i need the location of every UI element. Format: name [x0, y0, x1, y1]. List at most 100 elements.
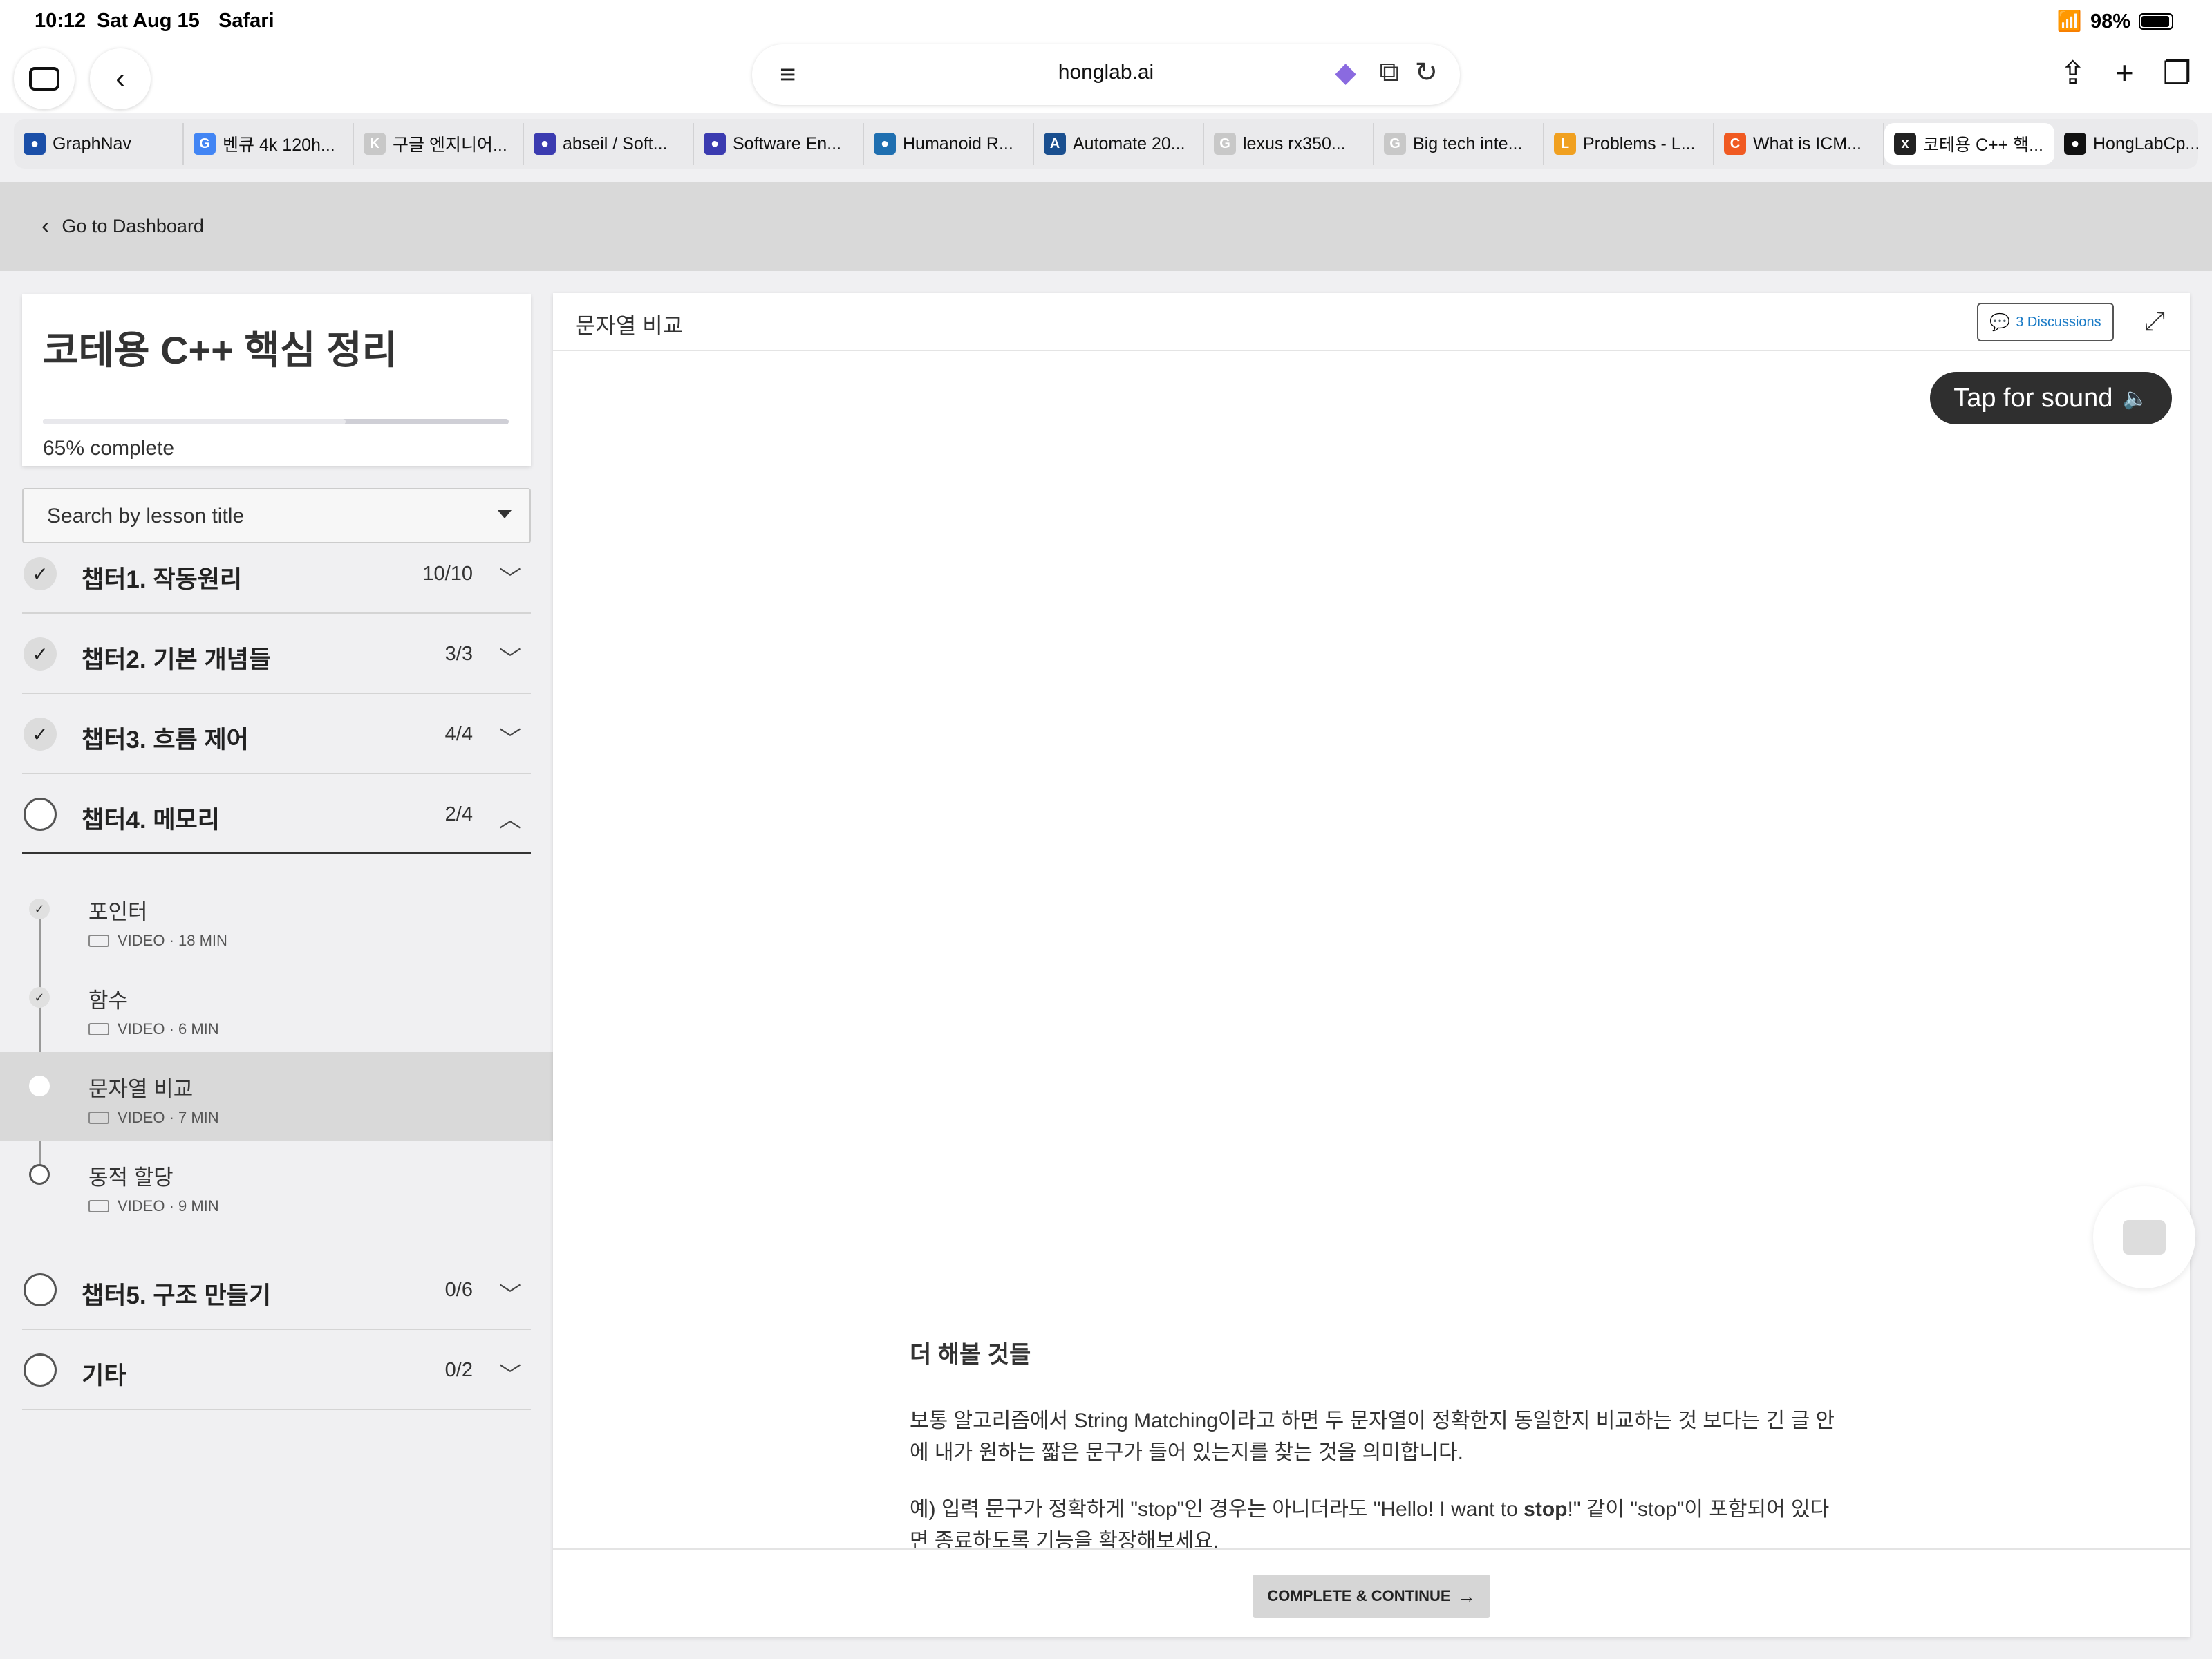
- video-player[interactable]: Tap for sound 🔈: [553, 353, 2190, 1272]
- lesson-title-text: 문자열 비교: [88, 1077, 194, 1101]
- lesson-title: 문자열 비교: [575, 313, 684, 338]
- lesson-item[interactable]: 동적 할당 VIDEO · 9 MIN: [0, 1141, 553, 1229]
- chat-bubble-icon: 💬: [1989, 312, 2011, 332]
- browser-tab[interactable]: ● abseil / Soft...: [524, 123, 694, 165]
- empty-circle-icon: [24, 1273, 57, 1306]
- course-progress-fill: [43, 419, 346, 424]
- lesson-item[interactable]: ✓ 함수 VIDEO · 6 MIN: [0, 964, 553, 1052]
- G-favicon-icon: G: [1384, 133, 1406, 155]
- reload-icon[interactable]: ↻: [1414, 57, 1438, 88]
- chapter-name: 챕터1. 작동원리: [82, 566, 243, 593]
- browser-tab[interactable]: K 구글 엔지니어...: [354, 123, 524, 165]
- chapter-row[interactable]: ✓ 챕터2. 기본 개념들 3/3 ﹀: [22, 614, 531, 694]
- L-favicon-icon: L: [1554, 133, 1576, 155]
- chevron-down-icon: ﹀: [498, 1362, 521, 1387]
- chapter-row[interactable]: 기타 0/2 ﹀: [22, 1330, 531, 1410]
- go-to-dashboard-link[interactable]: ‹ Go to Dashboard: [41, 213, 204, 240]
- lesson-meta-text: VIDEO · 9 MIN: [118, 1197, 219, 1215]
- chapter-count: 4/4: [444, 723, 473, 745]
- content-heading: 더 해볼 것들: [910, 1342, 1031, 1368]
- chat-widget-button[interactable]: [2093, 1186, 2195, 1288]
- browser-tab[interactable]: C What is ICM...: [1714, 123, 1884, 165]
- browser-tab-label: Software En...: [733, 133, 842, 153]
- tab-bar: ● GraphNav G 벤큐 4k 120h... K 구글 엔지니어... ● absei…: [14, 119, 2198, 169]
- empty-circle-icon: [24, 798, 57, 831]
- speaker-icon: 🔈: [2122, 386, 2148, 410]
- browser-tab[interactable]: Glexus rx350...: [1204, 123, 1374, 165]
- course-progress-text: 65% complete: [43, 437, 175, 460]
- arrow-right-icon: →: [1457, 1585, 1476, 1606]
- discussions-button[interactable]: 💬 3 Discussions: [1977, 303, 2114, 341]
- chapter-row[interactable]: ✓ 챕터1. 작동원리 10/10 ﹀: [22, 534, 531, 614]
- check-circle-icon: ✓: [24, 637, 57, 671]
- extension-icon[interactable]: ◆: [1335, 57, 1356, 88]
- chapter-name: 챕터4. 메모리: [82, 807, 220, 834]
- lesson-title-text: 동적 할당: [88, 1165, 174, 1190]
- complete-continue-button[interactable]: COMPLETE & CONTINUE →: [1253, 1575, 1490, 1618]
- status-bar: 10:12 Sat Aug 15 Safari 📶 98%: [0, 0, 2212, 44]
- browser-tab[interactable]: A Automate 20...: [1034, 123, 1204, 165]
- browser-tab-label: 구글 엔지니어...: [393, 135, 507, 155]
- browser-tab[interactable]: G Big tech inte...: [1374, 123, 1544, 165]
- tabs-overview-icon[interactable]: ❐: [2163, 54, 2191, 91]
- video-camera-icon: [88, 935, 109, 947]
- battery-text: 98%: [2090, 10, 2130, 32]
- chat-icon: [2123, 1220, 2166, 1255]
- battery-icon: [2139, 13, 2173, 30]
- graphnav-favicon-icon: ●: [24, 133, 46, 155]
- browser-tab-label: GraphNav: [53, 133, 131, 153]
- sidebar-toggle-button[interactable]: [14, 48, 75, 109]
- github-favicon-icon: ●: [2064, 133, 2086, 155]
- status-date: Sat Aug 15: [97, 10, 200, 32]
- chapter-count: 0/6: [444, 1279, 473, 1301]
- check-circle-icon: ✓: [29, 987, 50, 1008]
- lesson-meta: VIDEO · 6 MIN: [88, 1020, 219, 1038]
- course-progress-bar: [43, 419, 509, 424]
- back-button[interactable]: ‹: [90, 48, 151, 109]
- address-bar[interactable]: ≡ honglab.ai ◆ ⧉ ↻: [752, 44, 1460, 105]
- browser-tab[interactable]: G 벤큐 4k 120h...: [184, 123, 354, 165]
- empty-circle-icon: [29, 1164, 50, 1185]
- lesson-meta-text: VIDEO · 6 MIN: [118, 1020, 219, 1038]
- expand-icon[interactable]: ⤢: [2144, 307, 2165, 337]
- tap-for-sound-label: Tap for sound: [1953, 383, 2113, 413]
- chevron-down-icon: ﹀: [498, 646, 521, 671]
- video-camera-icon: [88, 1200, 109, 1212]
- chevron-left-icon: ‹: [41, 213, 50, 239]
- tap-for-sound-button[interactable]: Tap for sound 🔈: [1930, 372, 2172, 424]
- chevron-down-icon: ﹀: [498, 566, 521, 591]
- lesson-meta: VIDEO · 18 MIN: [88, 932, 227, 950]
- browser-toolbar: ‹ ≡ honglab.ai ◆ ⧉ ↻ ⇪ + ❐: [0, 44, 2212, 113]
- share-icon[interactable]: ⇪: [2059, 54, 2086, 91]
- pentagon-favicon-icon: ●: [704, 133, 726, 155]
- lesson-panel: 문자열 비교 💬 3 Discussions ⤢ Tap for sound 🔈…: [553, 293, 2190, 1637]
- browser-tab[interactable]: ● Software En...: [694, 123, 864, 165]
- lesson-item[interactable]: 문자열 비교 VIDEO · 7 MIN: [0, 1052, 553, 1141]
- lesson-content: 더 해볼 것들 보통 알고리즘에서 String Matching이라고 하면 …: [910, 1335, 1836, 1582]
- lesson-header: 문자열 비교 💬 3 Discussions ⤢: [553, 293, 2190, 351]
- browser-tab[interactable]: ● Humanoid R...: [864, 123, 1034, 165]
- browser-tab[interactable]: L Problems - L...: [1544, 123, 1714, 165]
- extension-box-icon[interactable]: ⧉: [1379, 57, 1399, 88]
- new-tab-icon[interactable]: +: [2115, 54, 2134, 91]
- wifi-icon: 📶: [2056, 10, 2082, 32]
- K-favicon-icon: K: [364, 133, 386, 155]
- browser-tab[interactable]: ● HongLabCp...: [2054, 123, 2198, 165]
- check-circle-icon: ✓: [24, 718, 57, 751]
- chapter-row[interactable]: 챕터5. 구조 만들기 0/6 ﹀: [22, 1250, 531, 1330]
- browser-tab[interactable]: x 코테용 C++ 핵...: [1884, 123, 2054, 165]
- browser-tab[interactable]: ● GraphNav: [14, 123, 184, 165]
- caret-down-icon: [498, 510, 512, 518]
- course-card: 코테용 C++ 핵심 정리 65% complete: [22, 294, 531, 466]
- para2-bold: stop: [1524, 1498, 1568, 1521]
- chapter-row[interactable]: ✓ 챕터3. 흐름 제어 4/4 ﹀: [22, 694, 531, 774]
- chapter-name: 챕터3. 흐름 제어: [82, 727, 249, 753]
- lesson-item[interactable]: ✓ 포인터 VIDEO · 18 MIN: [0, 875, 553, 964]
- browser-tab-label: abseil / Soft...: [563, 133, 668, 153]
- browser-tab-label: Humanoid R...: [903, 133, 1013, 153]
- toolbar-right: ⇪ + ❐: [2059, 54, 2191, 91]
- chapter-row[interactable]: 챕터4. 메모리 2/4 ︿: [22, 774, 531, 854]
- check-circle-icon: ✓: [24, 557, 57, 590]
- para2-part-a: 예) 입력 문구가 정확하게 "stop"인 경우는 아니더라도 "Hello!…: [910, 1498, 1524, 1521]
- G-favicon-icon: G: [194, 133, 216, 155]
